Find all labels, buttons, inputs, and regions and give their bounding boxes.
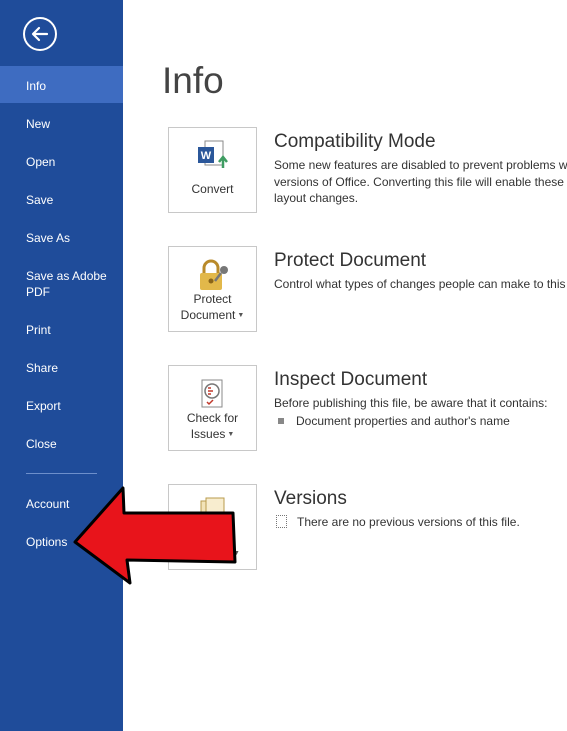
sidebar-item-open[interactable]: Open (0, 154, 123, 170)
compatibility-text-line: Some new features are disabled to preven… (274, 158, 567, 172)
versions-icon (200, 497, 225, 526)
protect-document-label-line1: Protect (193, 292, 232, 306)
check-for-issues-label-line2: Issues ▼ (169, 426, 256, 443)
compatibility-mode-description: Some new features are disabled to preven… (274, 157, 567, 207)
svg-text:W: W (201, 150, 212, 162)
sidebar-item-close[interactable]: Close (0, 436, 123, 452)
convert-button[interactable]: W Convert (168, 127, 257, 213)
manage-versions-button[interactable]: Manage Versions ▼ (168, 484, 257, 570)
back-arrow-icon (31, 26, 49, 42)
versions-note: There are no previous versions of this f… (276, 515, 520, 529)
page-title: Info (162, 60, 224, 101)
sidebar-item-save[interactable]: Save (0, 192, 123, 208)
check-for-issues-label-text: Issues (190, 427, 226, 441)
check-for-issues-button[interactable]: Check for Issues ▼ (168, 365, 257, 451)
protect-document-button[interactable]: Protect Document ▼ (168, 246, 257, 332)
compatibility-text-line: versions of Office. Converting this file… (274, 174, 567, 189)
manage-versions-label-line2: Versions ▼ (169, 545, 256, 562)
compatibility-mode-heading: Compatibility Mode (274, 131, 436, 152)
back-button[interactable] (23, 17, 57, 51)
dropdown-caret-icon: ▼ (233, 549, 240, 557)
dropdown-caret-icon: ▼ (237, 311, 245, 319)
word-convert-icon: W (198, 140, 228, 168)
sidebar-item-save-as-adobe-pdf[interactable]: Save as Adobe PDF (0, 268, 123, 300)
sidebar-item-save-as[interactable]: Save As (0, 230, 123, 246)
sidebar-item-share[interactable]: Share (0, 360, 123, 376)
dropdown-caret-icon: ▼ (227, 430, 235, 438)
manage-versions-label-text: Versions (185, 546, 232, 560)
sidebar-item-info[interactable]: Info (0, 66, 123, 103)
protect-document-description: Control what types of changes people can… (274, 277, 566, 291)
bullet-square-icon (278, 417, 284, 424)
sidebar-item-options[interactable]: Options (0, 534, 123, 550)
inspect-bullet-item: Document properties and author's name (278, 414, 510, 428)
lock-key-icon (200, 259, 228, 290)
protect-document-label-text: Document (180, 308, 236, 322)
sidebar-item-export[interactable]: Export (0, 398, 123, 414)
document-icon (276, 515, 287, 529)
versions-heading: Versions (274, 488, 347, 509)
backstage-sidebar: Info New Open Save Save As Save as Adobe… (0, 0, 123, 731)
versions-note-text: There are no previous versions of this f… (297, 515, 520, 529)
sidebar-item-new[interactable]: New (0, 116, 123, 132)
inspect-document-description: Before publishing this file, be aware th… (274, 396, 548, 410)
protect-document-label-line2: Document ▼ (169, 307, 256, 324)
sidebar-divider (26, 473, 97, 474)
manage-versions-label-line1: Manage (190, 530, 235, 544)
compatibility-text-line: layout changes. (274, 191, 359, 205)
inspect-checklist-icon (201, 379, 223, 408)
protect-document-heading: Protect Document (274, 250, 427, 271)
sidebar-item-account[interactable]: Account (0, 496, 123, 512)
convert-label: Convert (191, 182, 234, 196)
sidebar-item-print[interactable]: Print (0, 322, 123, 338)
check-for-issues-label-line1: Check for (186, 411, 239, 425)
inspect-bullet-text: Document properties and author's name (296, 414, 510, 428)
inspect-document-heading: Inspect Document (274, 369, 428, 390)
